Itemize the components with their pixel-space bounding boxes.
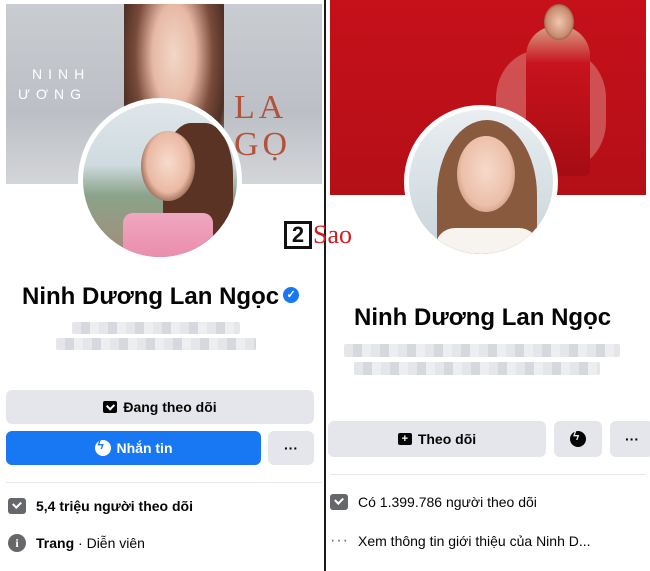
message-button-label: Nhắn tin (116, 440, 173, 456)
avatar-face (141, 131, 195, 201)
profile-avatar[interactable] (78, 98, 242, 262)
follow-plus-icon: + (397, 433, 412, 445)
more-dots-icon: ··· (330, 532, 349, 549)
message-button[interactable]: Nhắn tin (6, 431, 261, 465)
followers-count: Có 1.399.786 người theo dõi (358, 494, 537, 510)
blurred-text (56, 338, 256, 350)
avatar-top (435, 228, 539, 254)
right-profile-panel: Ninh Dương Lan Ngọc + Theo dõi ··· Có 1.… (326, 0, 650, 571)
avatar-dress (123, 213, 213, 257)
verified-badge-icon: ✓ (283, 286, 300, 303)
page-label: Trang (36, 535, 75, 551)
about-link: Xem thông tin giới thiệu của Ninh D... (358, 533, 591, 549)
cover-text: NINH (32, 66, 91, 82)
following-check-icon (103, 401, 118, 413)
profile-name: Ninh Dương Lan Ngọc ✓ (22, 283, 300, 311)
messenger-icon (94, 438, 111, 456)
blurred-text (72, 322, 240, 334)
more-button[interactable]: ··· (610, 421, 650, 457)
profile-avatar[interactable] (404, 105, 558, 259)
more-icon: ··· (625, 431, 639, 447)
avatar-face (457, 136, 515, 212)
messenger-button[interactable] (554, 421, 602, 457)
watermark-number: 2 (284, 221, 312, 249)
following-button-label: Đang theo dõi (123, 399, 217, 415)
blurred-text (354, 362, 600, 375)
follow-button-label: Theo dõi (417, 431, 477, 447)
followers-count: 5,4 triệu người theo dõi (36, 498, 193, 514)
info-icon: i (8, 534, 26, 552)
following-button[interactable]: Đang theo dõi (6, 390, 314, 424)
cover-title-text: LA (234, 89, 288, 126)
divider (330, 474, 646, 475)
followers-icon (8, 498, 26, 514)
divider (6, 482, 322, 483)
page-category-row: i Trang · Diễn viên (8, 534, 145, 552)
followers-row[interactable]: Có 1.399.786 người theo dõi (330, 494, 537, 510)
about-row[interactable]: ··· Xem thông tin giới thiệu của Ninh D.… (330, 532, 591, 550)
followers-icon (330, 494, 348, 510)
blurred-text (344, 344, 620, 357)
left-profile-panel: NINH ƯƠNG LA GỌ Ninh Dương Lan Ngọc ✓ Đan… (0, 0, 324, 571)
watermark-logo: 2 Sao (284, 220, 352, 250)
page-separator: · (78, 535, 83, 551)
page-category: Diễn viên (86, 535, 145, 551)
more-icon: ··· (284, 440, 298, 456)
messenger-icon (570, 429, 586, 447)
cover-title-text: GỌ (234, 126, 292, 163)
cover-text: ƯƠNG (18, 86, 87, 102)
watermark-text: Sao (313, 220, 352, 249)
cover-person-head (544, 4, 574, 40)
follow-button[interactable]: + Theo dõi (328, 421, 546, 457)
profile-name-text: Ninh Dương Lan Ngọc (22, 283, 280, 310)
followers-row[interactable]: 5,4 triệu người theo dõi (8, 498, 193, 514)
profile-name: Ninh Dương Lan Ngọc (354, 304, 612, 331)
more-button[interactable]: ··· (268, 431, 314, 465)
